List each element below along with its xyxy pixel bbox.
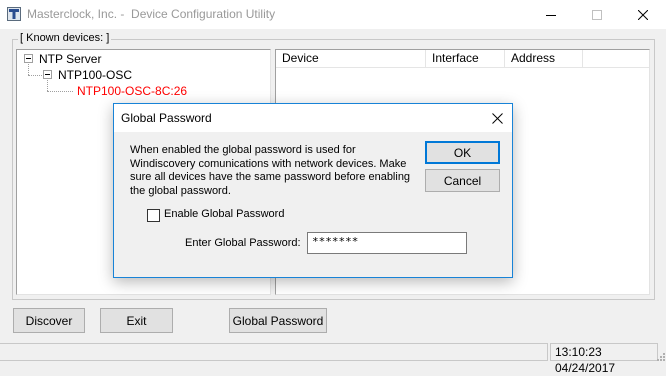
status-bar: 13:10:23 04/24/2017 — [0, 341, 666, 375]
app-icon — [7, 7, 21, 21]
collapse-icon[interactable] — [24, 54, 33, 63]
close-icon — [491, 112, 503, 124]
dialog-message: When enabled the global password is used… — [130, 144, 411, 197]
dialog-title: Global Password — [121, 111, 212, 125]
global-password-button[interactable]: Global Password — [229, 308, 327, 333]
global-password-input[interactable]: ******* — [307, 232, 467, 254]
known-devices-label: [ Known devices: ] — [18, 32, 112, 45]
status-timestamp: 13:10:23 04/24/2017 — [550, 343, 658, 375]
column-header-address[interactable]: Address — [505, 50, 583, 67]
exit-button[interactable]: Exit — [100, 308, 173, 333]
close-button[interactable] — [620, 0, 666, 29]
tree-connector — [28, 75, 44, 76]
tree-connector — [47, 91, 73, 92]
discover-button[interactable]: Discover — [13, 308, 85, 333]
window-title: Masterclock, Inc. - Device Configuration… — [27, 7, 276, 21]
resize-grip-icon[interactable] — [655, 351, 665, 361]
dialog-title-bar[interactable]: Global Password — [114, 104, 512, 132]
minimize-icon — [546, 14, 556, 16]
enable-global-password-checkbox[interactable] — [147, 209, 160, 222]
cancel-button[interactable]: Cancel — [425, 169, 500, 192]
dialog-close-button[interactable] — [482, 104, 512, 132]
title-bar[interactable]: Masterclock, Inc. - Device Configuration… — [0, 0, 666, 29]
tree-connector — [28, 64, 29, 75]
close-icon — [638, 9, 648, 20]
tree-item-ntp-server[interactable]: NTP Server — [39, 52, 101, 66]
tree-item-ntp100-osc[interactable]: NTP100-OSC — [58, 68, 132, 82]
enable-global-password-label[interactable]: Enable Global Password — [164, 208, 284, 221]
ok-button[interactable]: OK — [425, 141, 500, 164]
device-list-header: Device Interface Address — [276, 50, 649, 68]
collapse-icon[interactable] — [43, 70, 52, 79]
minimize-button[interactable] — [528, 0, 574, 29]
maximize-icon — [592, 9, 602, 20]
column-header-device[interactable]: Device — [276, 50, 426, 67]
column-header-interface[interactable]: Interface — [426, 50, 505, 67]
global-password-label: Enter Global Password: — [185, 237, 301, 249]
tree-item-ntp100-osc-8c26[interactable]: NTP100-OSC-8C:26 — [77, 84, 187, 98]
status-message — [0, 343, 548, 361]
maximize-button[interactable] — [574, 0, 620, 29]
global-password-dialog: Global Password When enabled the global … — [113, 103, 513, 278]
tree-connector — [47, 80, 48, 91]
